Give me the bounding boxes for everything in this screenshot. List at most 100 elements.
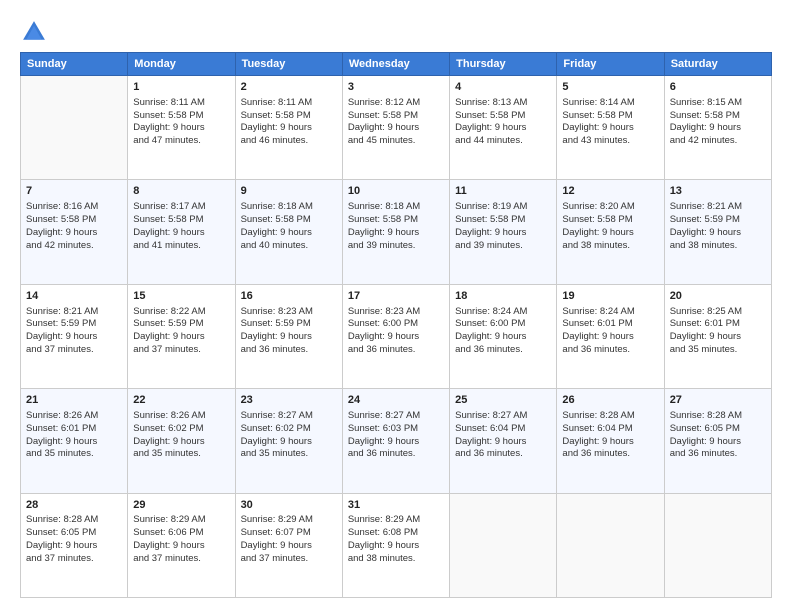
day-info: Sunrise: 8:27 AMSunset: 6:04 PMDaylight:… xyxy=(455,410,551,461)
day-info: Sunrise: 8:17 AMSunset: 5:58 PMDaylight:… xyxy=(133,201,229,252)
day-info: Sunrise: 8:21 AMSunset: 5:59 PMDaylight:… xyxy=(670,201,766,252)
day-info: Sunrise: 8:28 AMSunset: 6:05 PMDaylight:… xyxy=(26,514,122,565)
day-info: Sunrise: 8:29 AMSunset: 6:07 PMDaylight:… xyxy=(241,514,337,565)
calendar-cell: 11Sunrise: 8:19 AMSunset: 5:58 PMDayligh… xyxy=(450,180,557,284)
calendar-header-row: SundayMondayTuesdayWednesdayThursdayFrid… xyxy=(21,53,772,76)
calendar-cell: 24 Sunrise: 8:27 AMSunset: 6:03 PMDayligh… xyxy=(342,389,449,493)
col-header-tuesday: Tuesday xyxy=(235,53,342,76)
day-number: 12 xyxy=(562,184,658,199)
calendar-cell: 29Sunrise: 8:29 AMSunset: 6:06 PMDayligh… xyxy=(128,493,235,597)
day-info: Sunrise: 8:26 AMSunset: 6:01 PMDaylight:… xyxy=(26,410,122,461)
calendar-cell: 6 Sunrise: 8:15 AMSunset: 5:58 PMDaylight… xyxy=(664,76,771,180)
day-number: 27 xyxy=(670,393,766,408)
day-info: Sunrise: 8:23 AMSunset: 5:59 PMDaylight:… xyxy=(241,306,337,357)
day-info: Sunrise: 8:16 AMSunset: 5:58 PMDaylight:… xyxy=(26,201,122,252)
day-number: 31 xyxy=(348,498,444,513)
day-info: Sunrise: 8:24 AMSunset: 6:00 PMDaylight:… xyxy=(455,306,551,357)
day-number: 9 xyxy=(241,184,337,199)
day-info: Sunrise: 8:26 AMSunset: 6:02 PMDaylight:… xyxy=(133,410,229,461)
calendar-table: SundayMondayTuesdayWednesdayThursdayFrid… xyxy=(20,52,772,598)
calendar-cell: 21 Sunrise: 8:26 AMSunset: 6:01 PMDayligh… xyxy=(21,389,128,493)
day-number: 1 xyxy=(133,80,229,95)
calendar-cell xyxy=(664,493,771,597)
calendar-cell xyxy=(21,76,128,180)
calendar-cell: 20 Sunrise: 8:25 AMSunset: 6:01 PMDayligh… xyxy=(664,284,771,388)
calendar-cell: 4 Sunrise: 8:13 AMSunset: 5:58 PMDaylight… xyxy=(450,76,557,180)
day-info: Sunrise: 8:27 AMSunset: 6:03 PMDaylight:… xyxy=(348,410,444,461)
day-number: 14 xyxy=(26,289,122,304)
day-info: Sunrise: 8:20 AMSunset: 5:58 PMDaylight:… xyxy=(562,201,658,252)
calendar-cell: 2 Sunrise: 8:11 AMSunset: 5:58 PMDaylight… xyxy=(235,76,342,180)
calendar-cell: 16 Sunrise: 8:23 AMSunset: 5:59 PMDayligh… xyxy=(235,284,342,388)
day-info: Sunrise: 8:25 AMSunset: 6:01 PMDaylight:… xyxy=(670,306,766,357)
day-number: 24 xyxy=(348,393,444,408)
day-number: 2 xyxy=(241,80,337,95)
col-header-friday: Friday xyxy=(557,53,664,76)
calendar-week-4: 21 Sunrise: 8:26 AMSunset: 6:01 PMDayligh… xyxy=(21,389,772,493)
calendar-week-3: 14 Sunrise: 8:21 AMSunset: 5:59 PMDayligh… xyxy=(21,284,772,388)
calendar-cell: 9 Sunrise: 8:18 AMSunset: 5:58 PMDaylight… xyxy=(235,180,342,284)
calendar-cell: 14 Sunrise: 8:21 AMSunset: 5:59 PMDayligh… xyxy=(21,284,128,388)
day-info: Sunrise: 8:28 AMSunset: 6:05 PMDaylight:… xyxy=(670,410,766,461)
day-info: Sunrise: 8:28 AMSunset: 6:04 PMDaylight:… xyxy=(562,410,658,461)
day-info: Sunrise: 8:24 AMSunset: 6:01 PMDaylight:… xyxy=(562,306,658,357)
calendar-cell: 23 Sunrise: 8:27 AMSunset: 6:02 PMDayligh… xyxy=(235,389,342,493)
header xyxy=(20,18,772,46)
calendar-cell: 10Sunrise: 8:18 AMSunset: 5:58 PMDayligh… xyxy=(342,180,449,284)
day-number: 5 xyxy=(562,80,658,95)
calendar-cell: 1 Sunrise: 8:11 AMSunset: 5:58 PMDaylight… xyxy=(128,76,235,180)
day-info: Sunrise: 8:13 AMSunset: 5:58 PMDaylight:… xyxy=(455,97,551,148)
day-info: Sunrise: 8:23 AMSunset: 6:00 PMDaylight:… xyxy=(348,306,444,357)
calendar-cell: 19Sunrise: 8:24 AMSunset: 6:01 PMDayligh… xyxy=(557,284,664,388)
calendar-week-5: 28Sunrise: 8:28 AMSunset: 6:05 PMDayligh… xyxy=(21,493,772,597)
day-info: Sunrise: 8:11 AMSunset: 5:58 PMDaylight:… xyxy=(241,97,337,148)
logo-icon xyxy=(20,18,48,46)
calendar-cell: 12 Sunrise: 8:20 AMSunset: 5:58 PMDayligh… xyxy=(557,180,664,284)
col-header-sunday: Sunday xyxy=(21,53,128,76)
day-number: 6 xyxy=(670,80,766,95)
day-number: 18 xyxy=(455,289,551,304)
calendar-cell: 25Sunrise: 8:27 AMSunset: 6:04 PMDayligh… xyxy=(450,389,557,493)
day-number: 4 xyxy=(455,80,551,95)
day-number: 3 xyxy=(348,80,444,95)
calendar-cell xyxy=(450,493,557,597)
page: SundayMondayTuesdayWednesdayThursdayFrid… xyxy=(0,0,792,612)
day-number: 15 xyxy=(133,289,229,304)
calendar-cell: 31Sunrise: 8:29 AMSunset: 6:08 PMDayligh… xyxy=(342,493,449,597)
day-info: Sunrise: 8:15 AMSunset: 5:58 PMDaylight:… xyxy=(670,97,766,148)
calendar-cell: 8 Sunrise: 8:17 AMSunset: 5:58 PMDaylight… xyxy=(128,180,235,284)
day-number: 28 xyxy=(26,498,122,513)
day-info: Sunrise: 8:14 AMSunset: 5:58 PMDaylight:… xyxy=(562,97,658,148)
calendar-cell xyxy=(557,493,664,597)
day-info: Sunrise: 8:21 AMSunset: 5:59 PMDaylight:… xyxy=(26,306,122,357)
day-number: 22 xyxy=(133,393,229,408)
day-info: Sunrise: 8:11 AMSunset: 5:58 PMDaylight:… xyxy=(133,97,229,148)
logo xyxy=(20,18,52,46)
day-number: 13 xyxy=(670,184,766,199)
day-number: 8 xyxy=(133,184,229,199)
calendar-week-1: 1 Sunrise: 8:11 AMSunset: 5:58 PMDaylight… xyxy=(21,76,772,180)
calendar-cell: 22 Sunrise: 8:26 AMSunset: 6:02 PMDayligh… xyxy=(128,389,235,493)
day-number: 16 xyxy=(241,289,337,304)
day-info: Sunrise: 8:27 AMSunset: 6:02 PMDaylight:… xyxy=(241,410,337,461)
day-number: 29 xyxy=(133,498,229,513)
day-number: 30 xyxy=(241,498,337,513)
calendar-cell: 15Sunrise: 8:22 AMSunset: 5:59 PMDayligh… xyxy=(128,284,235,388)
calendar-cell: 17 Sunrise: 8:23 AMSunset: 6:00 PMDayligh… xyxy=(342,284,449,388)
calendar-cell: 26Sunrise: 8:28 AMSunset: 6:04 PMDayligh… xyxy=(557,389,664,493)
day-info: Sunrise: 8:18 AMSunset: 5:58 PMDaylight:… xyxy=(241,201,337,252)
day-number: 21 xyxy=(26,393,122,408)
day-number: 7 xyxy=(26,184,122,199)
day-number: 20 xyxy=(670,289,766,304)
calendar-cell: 7 Sunrise: 8:16 AMSunset: 5:58 PMDaylight… xyxy=(21,180,128,284)
day-number: 23 xyxy=(241,393,337,408)
calendar-cell: 27 Sunrise: 8:28 AMSunset: 6:05 PMDayligh… xyxy=(664,389,771,493)
col-header-wednesday: Wednesday xyxy=(342,53,449,76)
day-number: 17 xyxy=(348,289,444,304)
day-info: Sunrise: 8:18 AMSunset: 5:58 PMDaylight:… xyxy=(348,201,444,252)
calendar-cell: 13 Sunrise: 8:21 AMSunset: 5:59 PMDayligh… xyxy=(664,180,771,284)
day-info: Sunrise: 8:29 AMSunset: 6:08 PMDaylight:… xyxy=(348,514,444,565)
calendar-cell: 28Sunrise: 8:28 AMSunset: 6:05 PMDayligh… xyxy=(21,493,128,597)
col-header-thursday: Thursday xyxy=(450,53,557,76)
col-header-saturday: Saturday xyxy=(664,53,771,76)
